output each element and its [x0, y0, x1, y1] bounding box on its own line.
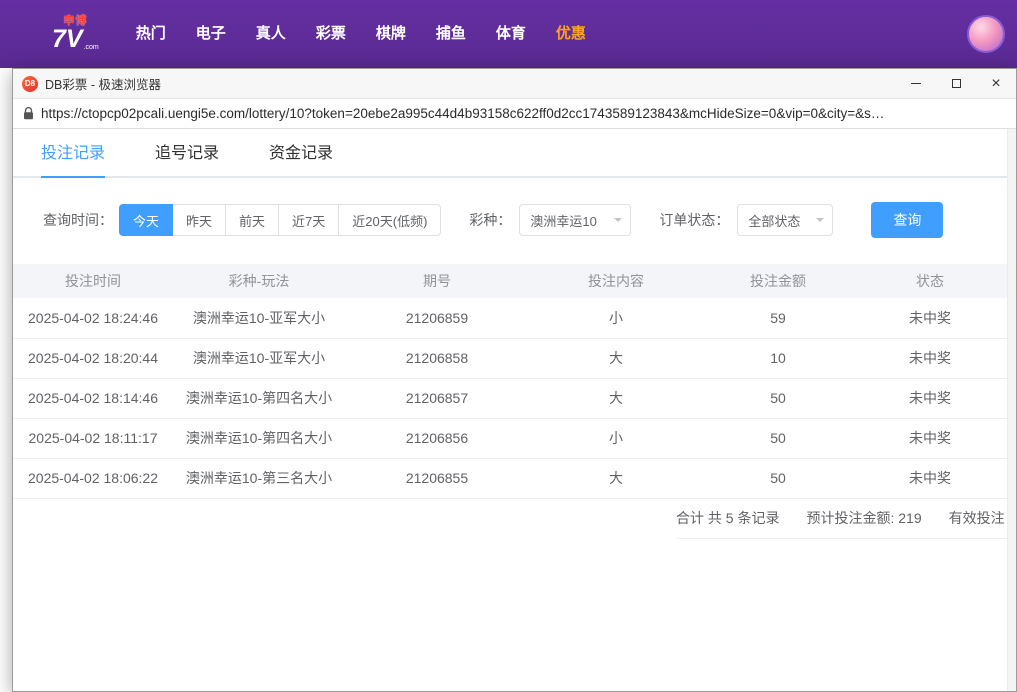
cell-bet-time: 2025-04-02 18:06:22 [13, 458, 173, 498]
window-controls: × [896, 69, 1016, 99]
col-header-bet-content: 投注内容 [529, 264, 703, 298]
logo-text-main: 7V.com [52, 27, 99, 52]
query-time-label: 查询时间： [43, 210, 113, 230]
cell-bet-amount: 10 [703, 338, 853, 378]
tab-chase-records[interactable]: 追号记录 [155, 129, 219, 176]
summary-total: 合计 共 5 条记录 [676, 508, 779, 528]
lock-icon [23, 107, 34, 120]
close-button[interactable]: × [976, 69, 1016, 99]
col-header-bet-amount: 投注金额 [703, 264, 853, 298]
cell-lottery-play: 澳洲幸运10-第四名大小 [173, 418, 345, 458]
cell-bet-time: 2025-04-02 18:11:17 [13, 418, 173, 458]
cell-status: 未中奖 [853, 458, 1007, 498]
table-row: 2025-04-02 18:06:22 澳洲幸运10-第三名大小 2120685… [13, 458, 1007, 498]
table-row: 2025-04-02 18:14:46 澳洲幸运10-第四名大小 2120685… [13, 378, 1007, 418]
url-text[interactable]: https://ctopcp02pcali.uengi5e.com/lotter… [41, 106, 884, 121]
cell-bet-amount: 50 [703, 418, 853, 458]
time-range-group: 今天 昨天 前天 近7天 近20天(低频) [119, 204, 441, 236]
cell-issue: 21206855 [345, 458, 529, 498]
table-header-row: 投注时间 彩种-玩法 期号 投注内容 投注金额 状态 [13, 264, 1007, 298]
col-header-status: 状态 [853, 264, 1007, 298]
col-header-lottery-play: 彩种-玩法 [173, 264, 345, 298]
cell-status: 未中奖 [853, 338, 1007, 378]
nav-item-electronic[interactable]: 电子 [181, 0, 241, 68]
order-status-label: 订单状态： [659, 210, 729, 230]
cell-bet-content: 小 [529, 298, 703, 338]
cell-bet-content: 小 [529, 418, 703, 458]
cell-issue: 21206857 [345, 378, 529, 418]
nav-item-sports[interactable]: 体育 [481, 0, 541, 68]
cell-bet-content: 大 [529, 458, 703, 498]
cell-bet-amount: 59 [703, 298, 853, 338]
col-header-issue: 期号 [345, 264, 529, 298]
minimize-button[interactable] [896, 69, 936, 99]
cell-bet-time: 2025-04-02 18:14:46 [13, 378, 173, 418]
lottery-type-value: 澳洲幸运10 [530, 211, 596, 230]
nav-item-chess[interactable]: 棋牌 [361, 0, 421, 68]
site-header: 申博 7V.com 热门 电子 真人 彩票 棋牌 捕鱼 体育 优惠 [0, 0, 1017, 68]
main-nav: 热门 电子 真人 彩票 棋牌 捕鱼 体育 优惠 [121, 0, 601, 68]
page-content: 投注记录 追号记录 资金记录 查询时间： 今天 昨天 前天 近7天 近20天(低… [13, 129, 1016, 691]
cell-bet-time: 2025-04-02 18:20:44 [13, 338, 173, 378]
nav-item-live[interactable]: 真人 [241, 0, 301, 68]
maximize-icon [952, 79, 961, 88]
window-title: DB彩票 - 极速浏览器 [45, 74, 161, 93]
cell-bet-amount: 50 [703, 378, 853, 418]
nav-item-fishing[interactable]: 捕鱼 [421, 0, 481, 68]
time-today-button[interactable]: 今天 [119, 204, 173, 236]
cell-status: 未中奖 [853, 378, 1007, 418]
time-yesterday-button[interactable]: 昨天 [172, 204, 226, 236]
cell-bet-amount: 50 [703, 458, 853, 498]
cell-lottery-play: 澳洲幸运10-第三名大小 [173, 458, 345, 498]
order-status-select[interactable]: 全部状态 [737, 204, 833, 236]
table-row: 2025-04-02 18:20:44 澳洲幸运10-亚军大小 21206858… [13, 338, 1007, 378]
time-daybefore-button[interactable]: 前天 [225, 204, 279, 236]
maximize-button[interactable] [936, 69, 976, 99]
chevron-down-icon [816, 218, 824, 226]
cell-issue: 21206856 [345, 418, 529, 458]
browser-window: D8 DB彩票 - 极速浏览器 × https://ctopcp02pcali.… [12, 68, 1017, 692]
summary-expected-amount: 预计投注金额: 219 [806, 508, 921, 528]
cell-lottery-play: 澳洲幸运10-第四名大小 [173, 378, 345, 418]
bet-records-table: 投注时间 彩种-玩法 期号 投注内容 投注金额 状态 2025-04-02 18… [13, 264, 1007, 499]
table-row: 2025-04-02 18:24:46 澳洲幸运10-亚军大小 21206859… [13, 298, 1007, 338]
tab-fund-records[interactable]: 资金记录 [269, 129, 333, 176]
search-button[interactable]: 查询 [871, 202, 943, 238]
minimize-icon [911, 83, 921, 84]
table-row: 2025-04-02 18:11:17 澳洲幸运10-第四名大小 2120685… [13, 418, 1007, 458]
tab-bet-records[interactable]: 投注记录 [41, 129, 105, 176]
chevron-down-icon [614, 218, 622, 226]
lottery-type-select[interactable]: 澳洲幸运10 [519, 204, 631, 236]
user-avatar[interactable] [967, 15, 1005, 53]
logo-text-sub: .com [84, 44, 99, 51]
close-icon: × [991, 76, 1000, 92]
time-last7days-button[interactable]: 近7天 [278, 204, 339, 236]
cell-status: 未中奖 [853, 418, 1007, 458]
summary-valid-bet: 有效投注 [949, 508, 1005, 528]
table-summary: 合计 共 5 条记录 预计投注金额: 219 有效投注 [676, 499, 1017, 539]
nav-item-promo[interactable]: 优惠 [541, 0, 601, 68]
site-logo[interactable]: 申博 7V.com [52, 16, 99, 52]
col-header-bet-time: 投注时间 [13, 264, 173, 298]
scrollbar[interactable] [1007, 129, 1016, 691]
nav-item-lottery[interactable]: 彩票 [301, 0, 361, 68]
nav-item-hot[interactable]: 热门 [121, 0, 181, 68]
cell-bet-time: 2025-04-02 18:24:46 [13, 298, 173, 338]
browser-app-icon: D8 [22, 76, 38, 92]
order-status-value: 全部状态 [748, 211, 800, 230]
time-last20days-button[interactable]: 近20天(低频) [338, 204, 441, 236]
tab-bar: 投注记录 追号记录 资金记录 [13, 129, 1016, 178]
cell-bet-content: 大 [529, 378, 703, 418]
cell-issue: 21206858 [345, 338, 529, 378]
filter-bar: 查询时间： 今天 昨天 前天 近7天 近20天(低频) 彩种： 澳洲幸运10 订… [13, 202, 1016, 238]
address-bar[interactable]: https://ctopcp02pcali.uengi5e.com/lotter… [13, 99, 1016, 129]
cell-lottery-play: 澳洲幸运10-亚军大小 [173, 338, 345, 378]
lottery-type-label: 彩种： [469, 210, 511, 230]
cell-issue: 21206859 [345, 298, 529, 338]
cell-bet-content: 大 [529, 338, 703, 378]
cell-status: 未中奖 [853, 298, 1007, 338]
window-titlebar[interactable]: D8 DB彩票 - 极速浏览器 × [13, 69, 1016, 99]
cell-lottery-play: 澳洲幸运10-亚军大小 [173, 298, 345, 338]
